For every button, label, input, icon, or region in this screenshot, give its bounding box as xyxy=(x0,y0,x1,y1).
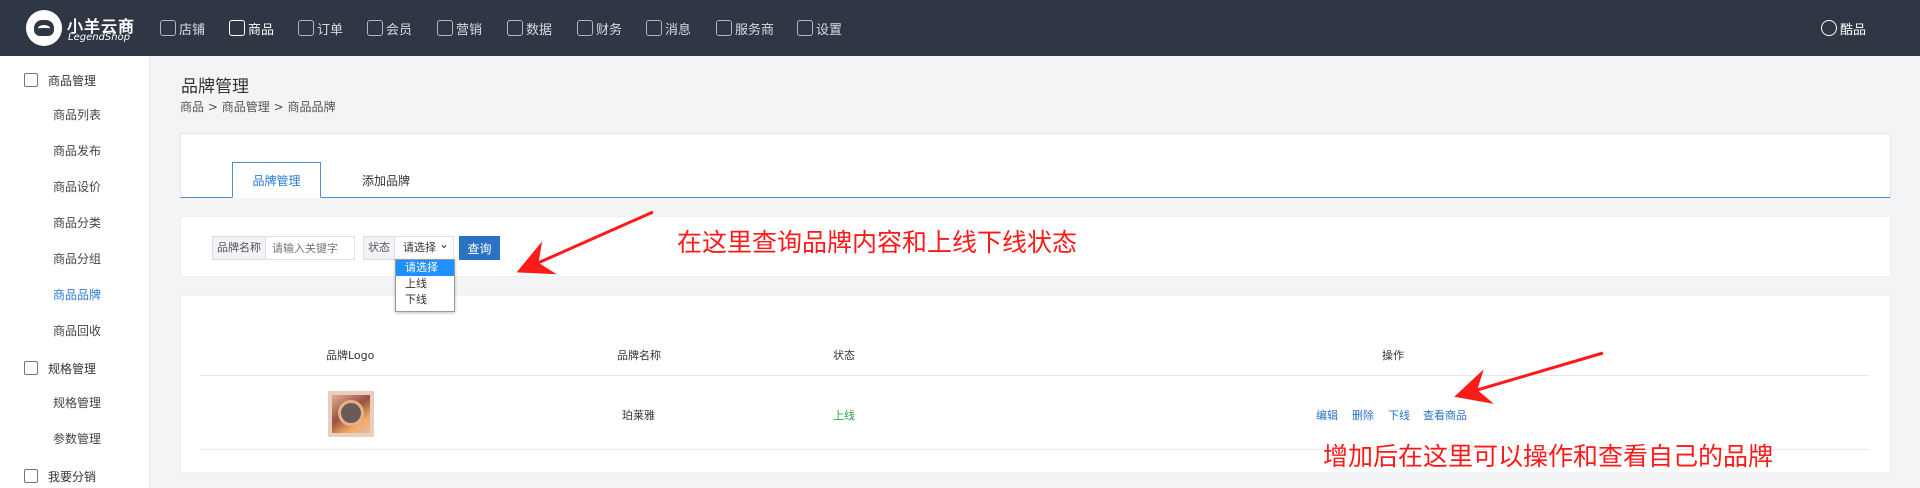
sidebar-item-product-recycle[interactable]: 商品回收 xyxy=(0,322,150,342)
nav-store[interactable]: 店铺 xyxy=(160,18,205,38)
nav-service-provider-label: 服务商 xyxy=(735,22,775,38)
tabs-panel: 品牌管理 添加品牌 xyxy=(180,133,1891,198)
brand-logo-image xyxy=(328,391,374,437)
breadcrumb-item[interactable]: 商品管理 xyxy=(222,100,270,114)
nav-store-label: 店铺 xyxy=(179,22,206,38)
table-header-divider xyxy=(200,375,1870,376)
nav-settings-label: 设置 xyxy=(816,22,843,38)
query-button[interactable]: 查询 xyxy=(459,236,500,260)
chart-doc-icon xyxy=(507,20,523,36)
edit-link[interactable]: 编辑 xyxy=(1316,407,1338,423)
nav-finance[interactable]: 财务 xyxy=(577,18,622,38)
house-icon xyxy=(160,20,176,36)
breadcrumb-separator: > xyxy=(207,100,222,114)
tab-brand-management[interactable]: 品牌管理 xyxy=(232,162,321,198)
nav-data-label: 数据 xyxy=(526,22,553,38)
sidebar-item-product-pricing[interactable]: 商品设价 xyxy=(0,178,150,198)
sidebar-item-product-group[interactable]: 商品分组 xyxy=(0,250,150,270)
operate-annotation: 增加后在这里可以操作和查看自己的品牌 xyxy=(1323,442,1774,471)
nav-members[interactable]: 会员 xyxy=(367,18,412,38)
distribution-icon xyxy=(24,469,38,483)
sidebar-item-product-category[interactable]: 商品分类 xyxy=(0,214,150,234)
gear-icon xyxy=(797,20,813,36)
sidebar-group-distribution[interactable]: 我要分销 xyxy=(0,466,150,486)
balloon-icon xyxy=(437,20,453,36)
breadcrumb: 商品 > 商品管理 > 商品品牌 xyxy=(180,98,335,115)
message-icon xyxy=(646,20,662,36)
column-header-status: 状态 xyxy=(833,349,855,362)
sidebar-item-product-publish[interactable]: 商品发布 xyxy=(0,142,150,162)
column-header-actions: 操作 xyxy=(1382,349,1404,362)
page-title: 品牌管理 xyxy=(181,77,249,97)
breadcrumb-item[interactable]: 商品 xyxy=(180,100,204,114)
sidebar-item-parameter-management[interactable]: 参数管理 xyxy=(0,430,150,450)
view-products-link[interactable]: 查看商品 xyxy=(1423,407,1467,423)
sidebar-item-product-brand[interactable]: 商品品牌 xyxy=(0,286,150,306)
brand-name-input[interactable] xyxy=(266,237,354,259)
username: 酷品 xyxy=(1840,22,1867,38)
sidebar: 商品管理 商品列表 商品发布 商品设价 商品分类 商品分组 商品品牌 商品回收 … xyxy=(0,56,150,488)
legendshop-logo[interactable]: 小羊云商 LegendShop xyxy=(26,10,144,48)
status-option-offline[interactable]: 下线 xyxy=(396,292,454,308)
brand-name-label: 品牌名称 xyxy=(213,237,266,259)
user-menu[interactable]: 酷品 xyxy=(1821,18,1866,38)
status-option-please-select[interactable]: 请选择 xyxy=(396,260,454,276)
brand-name-filter: 品牌名称 xyxy=(212,236,355,260)
status-badge: 上线 xyxy=(833,409,855,422)
status-option-online[interactable]: 上线 xyxy=(396,276,454,292)
breadcrumb-item: 商品品牌 xyxy=(287,100,336,114)
nav-marketing-label: 营销 xyxy=(456,22,483,38)
nav-orders-label: 订单 xyxy=(317,22,344,38)
status-filter: 状态 请选择 xyxy=(363,233,454,260)
sidebar-group-product-management[interactable]: 商品管理 xyxy=(0,70,150,90)
delete-link[interactable]: 删除 xyxy=(1352,407,1374,423)
query-annotation: 在这里查询品牌内容和上线下线状态 xyxy=(677,228,1078,257)
sidebar-group-label: 我要分销 xyxy=(48,469,97,484)
sidebar-item-product-list[interactable]: 商品列表 xyxy=(0,106,150,126)
offline-link[interactable]: 下线 xyxy=(1388,407,1410,423)
column-header-brand-logo: 品牌Logo xyxy=(326,349,375,362)
sidebar-group-label: 规格管理 xyxy=(48,361,97,376)
brand-name-cell: 珀莱雅 xyxy=(622,409,655,422)
nav-service-provider[interactable]: 服务商 xyxy=(716,18,774,38)
status-label: 状态 xyxy=(364,237,395,259)
breadcrumb-separator: > xyxy=(273,100,288,114)
user-icon xyxy=(1821,20,1837,36)
tab-add-brand[interactable]: 添加品牌 xyxy=(346,162,426,198)
top-navigation: 小羊云商 LegendShop 店铺 商品 订单 会员 营销 数据 财务 消息 … xyxy=(0,0,1920,56)
truck-icon xyxy=(298,20,314,36)
shopping-bag-icon xyxy=(24,73,38,87)
nav-messages[interactable]: 消息 xyxy=(646,18,691,38)
nav-settings[interactable]: 设置 xyxy=(797,18,842,38)
sheep-logo-icon xyxy=(26,10,62,46)
layers-icon xyxy=(24,361,38,375)
nav-members-label: 会员 xyxy=(386,22,413,38)
person-icon xyxy=(367,20,383,36)
status-dropdown-menu: 请选择 上线 下线 xyxy=(395,259,455,312)
status-select[interactable]: 请选择 xyxy=(395,233,453,259)
nav-products[interactable]: 商品 xyxy=(229,18,274,38)
sidebar-item-spec-management[interactable]: 规格管理 xyxy=(0,394,150,414)
nav-messages-label: 消息 xyxy=(665,22,692,38)
nav-orders[interactable]: 订单 xyxy=(298,18,343,38)
nav-finance-label: 财务 xyxy=(596,22,623,38)
nav-marketing[interactable]: 营销 xyxy=(437,18,482,38)
shopping-bag-icon xyxy=(229,20,245,36)
money-bag-icon xyxy=(577,20,593,36)
logo-english-name: LegendShop xyxy=(68,32,131,43)
column-header-brand-name: 品牌名称 xyxy=(617,349,661,362)
sidebar-group-label: 商品管理 xyxy=(48,73,97,88)
building-icon xyxy=(716,20,732,36)
nav-products-label: 商品 xyxy=(248,22,275,38)
nav-data[interactable]: 数据 xyxy=(507,18,552,38)
sidebar-group-spec-management[interactable]: 规格管理 xyxy=(0,358,150,378)
